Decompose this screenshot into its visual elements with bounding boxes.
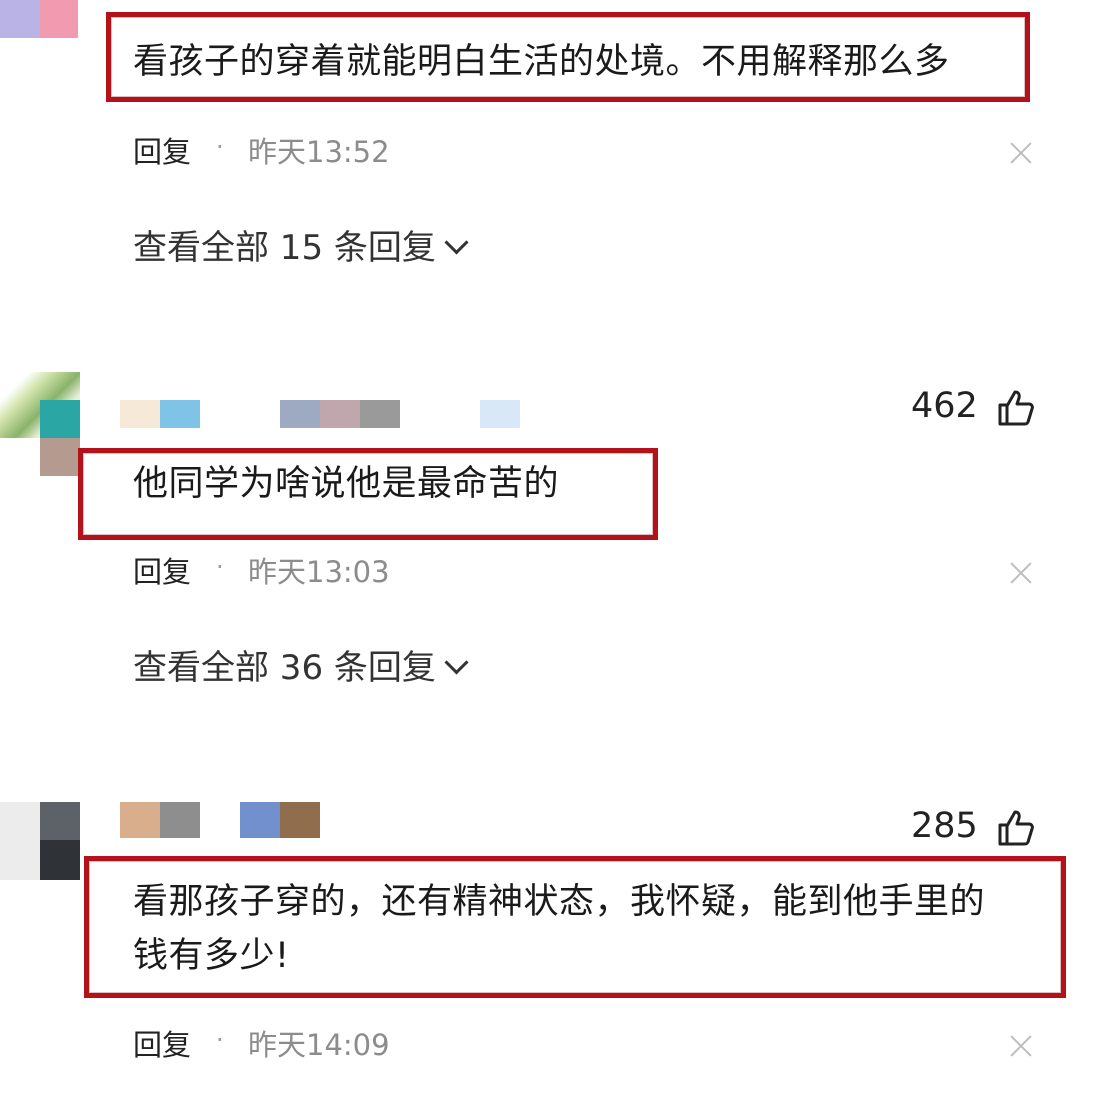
avatar-blur bbox=[40, 840, 80, 880]
avatar-blur bbox=[0, 802, 40, 880]
username-blur bbox=[120, 400, 160, 428]
username-blur bbox=[240, 802, 280, 838]
close-icon[interactable] bbox=[1010, 562, 1032, 584]
username-blur bbox=[160, 400, 200, 428]
comment-text-line2: 钱有多少! bbox=[133, 936, 290, 976]
chevron-down-icon bbox=[444, 650, 469, 675]
view-all-label: 查看全部 36 条回复 bbox=[133, 648, 436, 688]
reply-button[interactable]: 回复 bbox=[133, 1022, 191, 1064]
separator-dot: · bbox=[216, 1026, 224, 1054]
username-blur bbox=[280, 400, 320, 428]
timestamp: 昨天13:52 bbox=[248, 135, 390, 169]
close-icon[interactable] bbox=[1010, 142, 1032, 164]
view-all-replies-button[interactable]: 查看全部 36 条回复 bbox=[133, 640, 469, 689]
thumbs-up-icon[interactable] bbox=[996, 808, 1036, 848]
separator-dot: · bbox=[216, 133, 224, 161]
comment-text: 看孩子的穿着就能明白生活的处境。不用解释那么多 bbox=[133, 42, 950, 82]
view-all-replies-button[interactable]: 查看全部 15 条回复 bbox=[133, 220, 469, 269]
avatar-blur bbox=[40, 0, 78, 38]
close-icon[interactable] bbox=[1010, 1035, 1032, 1057]
separator-dot: · bbox=[216, 553, 224, 581]
username-blur bbox=[320, 400, 360, 428]
timestamp: 昨天13:03 bbox=[248, 555, 390, 589]
comment-text-line1: 看那孩子穿的，还有精神状态，我怀疑，能到他手里的 bbox=[133, 882, 986, 922]
avatar-blur bbox=[40, 802, 80, 840]
view-all-label: 查看全部 15 条回复 bbox=[133, 228, 436, 268]
username-blur bbox=[120, 802, 160, 838]
like-count: 462 bbox=[911, 386, 978, 426]
comment-text: 他同学为啥说他是最命苦的 bbox=[133, 464, 560, 504]
username-blur bbox=[360, 400, 400, 428]
chevron-down-icon bbox=[444, 230, 469, 255]
avatar-blur bbox=[0, 0, 40, 38]
avatar-blur bbox=[40, 400, 80, 438]
thumbs-up-icon[interactable] bbox=[996, 388, 1036, 428]
username-blur bbox=[160, 802, 200, 838]
username-blur bbox=[480, 400, 520, 428]
reply-button[interactable]: 回复 bbox=[133, 129, 191, 171]
username-blur bbox=[280, 802, 320, 838]
like-count: 285 bbox=[911, 806, 978, 846]
reply-button[interactable]: 回复 bbox=[133, 549, 191, 591]
timestamp: 昨天14:09 bbox=[248, 1028, 390, 1062]
avatar-blur bbox=[40, 438, 80, 476]
